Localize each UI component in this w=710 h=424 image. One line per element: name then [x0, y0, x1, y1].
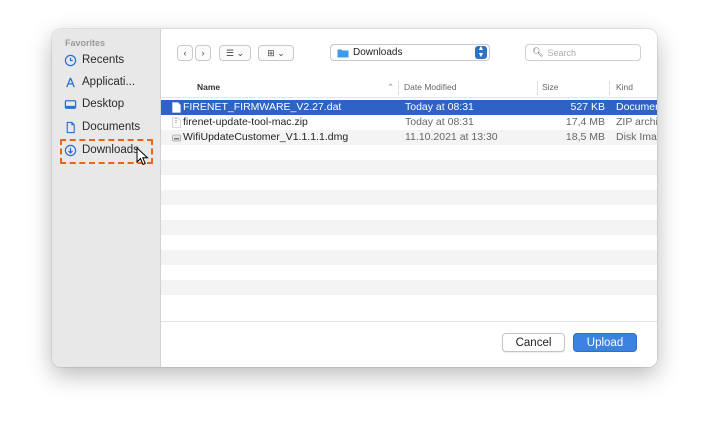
column-name[interactable]: Name	[197, 82, 220, 92]
file-icon	[172, 102, 181, 113]
chevron-updown-icon: ▲ ▼	[475, 45, 487, 59]
empty-row	[161, 280, 657, 295]
column-size[interactable]: Size	[542, 82, 559, 92]
dialog-footer: Cancel Upload	[161, 321, 657, 367]
list-view-icon: ☰ ⌄	[225, 47, 245, 58]
sidebar-item-recents[interactable]: Recents	[63, 50, 157, 70]
empty-row	[161, 205, 657, 220]
sidebar-item-documents[interactable]: Documents	[63, 117, 157, 137]
toolbar: ‹ › ☰ ⌄ ⊞ ⌄ Downloads ▲ ▼ 🔍︎ Search	[161, 29, 657, 75]
empty-row	[161, 175, 657, 190]
grid-view-button[interactable]: ⊞ ⌄	[258, 45, 294, 61]
list-view-button[interactable]: ☰ ⌄	[219, 45, 251, 61]
empty-row	[161, 265, 657, 280]
chevron-left-icon: ‹	[183, 48, 187, 58]
sidebar: Favorites Recents Applicati... Desktop D…	[52, 29, 161, 367]
upload-button[interactable]: Upload	[573, 333, 637, 352]
mouse-pointer-icon	[136, 147, 149, 166]
empty-row	[161, 295, 657, 310]
forward-button[interactable]: ›	[195, 45, 211, 61]
desktop-icon	[63, 97, 77, 111]
empty-row	[161, 145, 657, 160]
empty-row	[161, 250, 657, 265]
sidebar-item-label: Recents	[82, 54, 125, 66]
clock-icon	[63, 53, 77, 67]
empty-row	[161, 190, 657, 205]
zip-file-icon	[172, 117, 181, 128]
search-field[interactable]: 🔍︎ Search	[525, 44, 641, 61]
empty-row	[161, 235, 657, 250]
file-row[interactable]: FIRENET_FIRMWARE_V2.27.dat Today at 08:3…	[161, 100, 657, 115]
column-kind[interactable]: Kind	[616, 82, 633, 92]
file-open-dialog: Favorites Recents Applicati... Desktop D…	[52, 29, 657, 367]
sidebar-item-desktop[interactable]: Desktop	[63, 94, 157, 114]
location-label: Downloads	[353, 47, 403, 58]
sidebar-item-applications[interactable]: Applicati...	[63, 72, 157, 92]
back-button[interactable]: ‹	[177, 45, 193, 61]
search-placeholder: Search	[547, 47, 576, 58]
search-icon: 🔍︎	[532, 47, 544, 57]
sidebar-item-label: Applicati...	[82, 76, 136, 88]
sidebar-item-label: Desktop	[82, 98, 125, 110]
file-list: FIRENET_FIRMWARE_V2.27.dat Today at 08:3…	[161, 100, 657, 310]
empty-row	[161, 220, 657, 235]
sidebar-section-title: Favorites	[65, 38, 106, 48]
sort-ascending-icon: ⌃	[387, 82, 395, 92]
empty-row	[161, 160, 657, 175]
location-popup[interactable]: Downloads ▲ ▼	[330, 44, 490, 61]
sidebar-item-label: Documents	[82, 121, 141, 133]
column-date[interactable]: Date Modified	[404, 82, 456, 92]
document-icon	[63, 120, 77, 134]
grid-view-icon: ⊞ ⌄	[267, 47, 285, 58]
disk-image-icon	[172, 134, 181, 142]
file-row[interactable]: WifiUpdateCustomer_V1.1.1.1.dmg 11.10.20…	[161, 130, 657, 145]
file-row[interactable]: firenet-update-tool-mac.zip Today at 08:…	[161, 115, 657, 130]
file-browser: ‹ › ☰ ⌄ ⊞ ⌄ Downloads ▲ ▼ 🔍︎ Search Name…	[161, 29, 657, 367]
folder-icon	[337, 49, 349, 57]
column-header: Name ⌃ Date Modified Size Kind	[161, 79, 657, 98]
chevron-right-icon: ›	[201, 48, 205, 58]
applications-icon	[63, 75, 77, 89]
cancel-button[interactable]: Cancel	[502, 333, 565, 352]
